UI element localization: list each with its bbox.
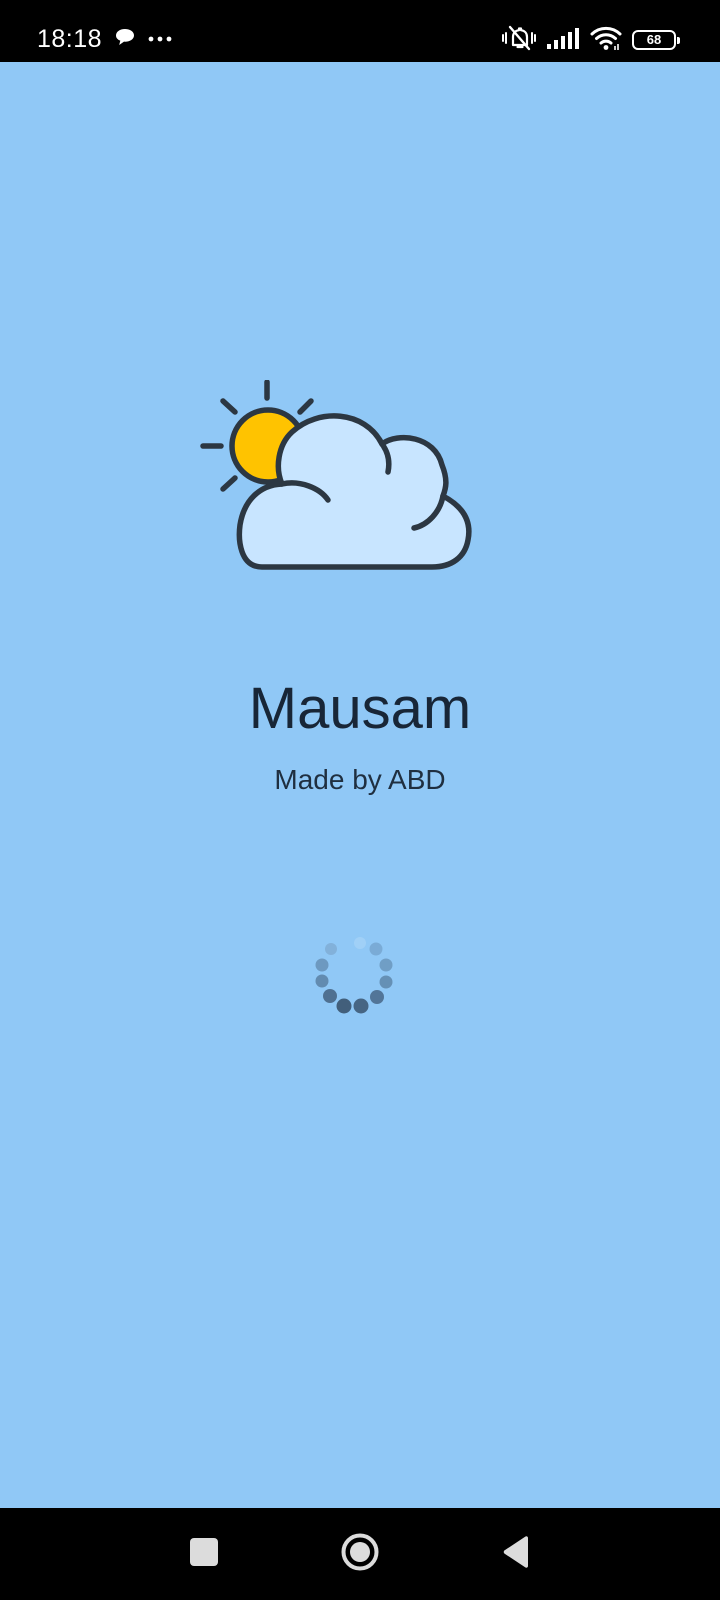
status-time: 18:18 — [37, 25, 103, 53]
vibrate-silent-icon — [502, 24, 536, 57]
home-button[interactable] — [334, 1528, 386, 1580]
battery-icon: 68 — [632, 30, 680, 50]
back-triangle-icon — [501, 1535, 531, 1574]
back-button[interactable] — [490, 1528, 542, 1580]
loading-spinner-icon — [314, 931, 406, 1023]
navigation-bar — [0, 1508, 720, 1600]
home-circle-icon — [340, 1532, 380, 1577]
recents-square-icon — [189, 1537, 219, 1572]
recents-button[interactable] — [178, 1528, 230, 1580]
app-title: Mausam — [248, 676, 472, 741]
battery-tip — [677, 37, 680, 44]
wifi-icon — [590, 25, 622, 56]
battery-level: 68 — [646, 32, 662, 47]
more-dots-icon — [148, 30, 172, 48]
status-left-icons — [114, 27, 172, 51]
partly-cloudy-icon — [200, 379, 485, 644]
chat-bubble-icon — [114, 26, 136, 53]
app-subtitle: Made by ABD — [274, 764, 446, 795]
status-right-icons: 68 — [502, 24, 680, 57]
signal-icon — [546, 26, 580, 55]
splash-screen: Mausam Made by ABD — [0, 62, 720, 1508]
status-bar: 18:18 68 — [0, 0, 720, 62]
